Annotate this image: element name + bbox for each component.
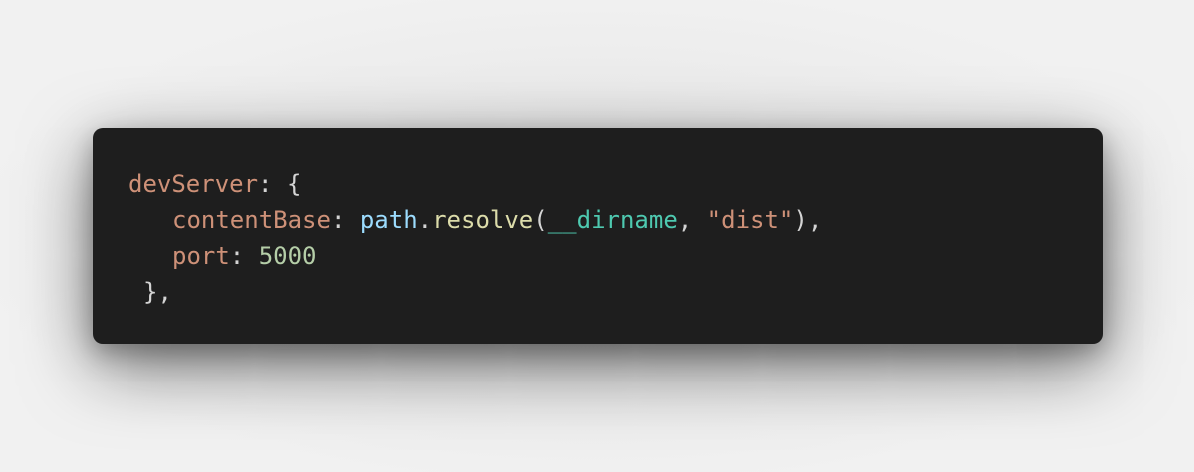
contentbase-colon: :: [330, 206, 360, 234]
backdrop: devServer: { contentBase: path.resolve(_…: [0, 0, 1194, 472]
dist-string: "dist": [706, 206, 794, 234]
devserver-key: devServer: [128, 170, 259, 198]
open-paren: (: [533, 206, 548, 234]
code-line-close: },: [128, 274, 1103, 310]
argument-comma: ,: [677, 206, 707, 234]
closing-brace: },: [143, 278, 172, 306]
devserver-open-brace: : {: [258, 170, 302, 198]
member-dot: .: [417, 206, 433, 234]
port-colon: :: [229, 242, 259, 270]
resolve-function: resolve: [432, 206, 534, 234]
close-paren-comma: ),: [793, 206, 823, 234]
contentbase-key: contentBase: [172, 206, 331, 234]
code-block: devServer: { contentBase: path.resolve(_…: [93, 128, 1103, 344]
dirname-variable: __dirname: [547, 206, 678, 234]
port-number: 5000: [258, 242, 317, 270]
code-line-contentbase: contentBase: path.resolve(__dirname, "di…: [128, 202, 1103, 238]
port-key: port: [172, 242, 230, 270]
path-object: path: [359, 206, 418, 234]
code-line-port: port: 5000: [128, 238, 1103, 274]
code-line-devserver: devServer: {: [128, 166, 1103, 202]
